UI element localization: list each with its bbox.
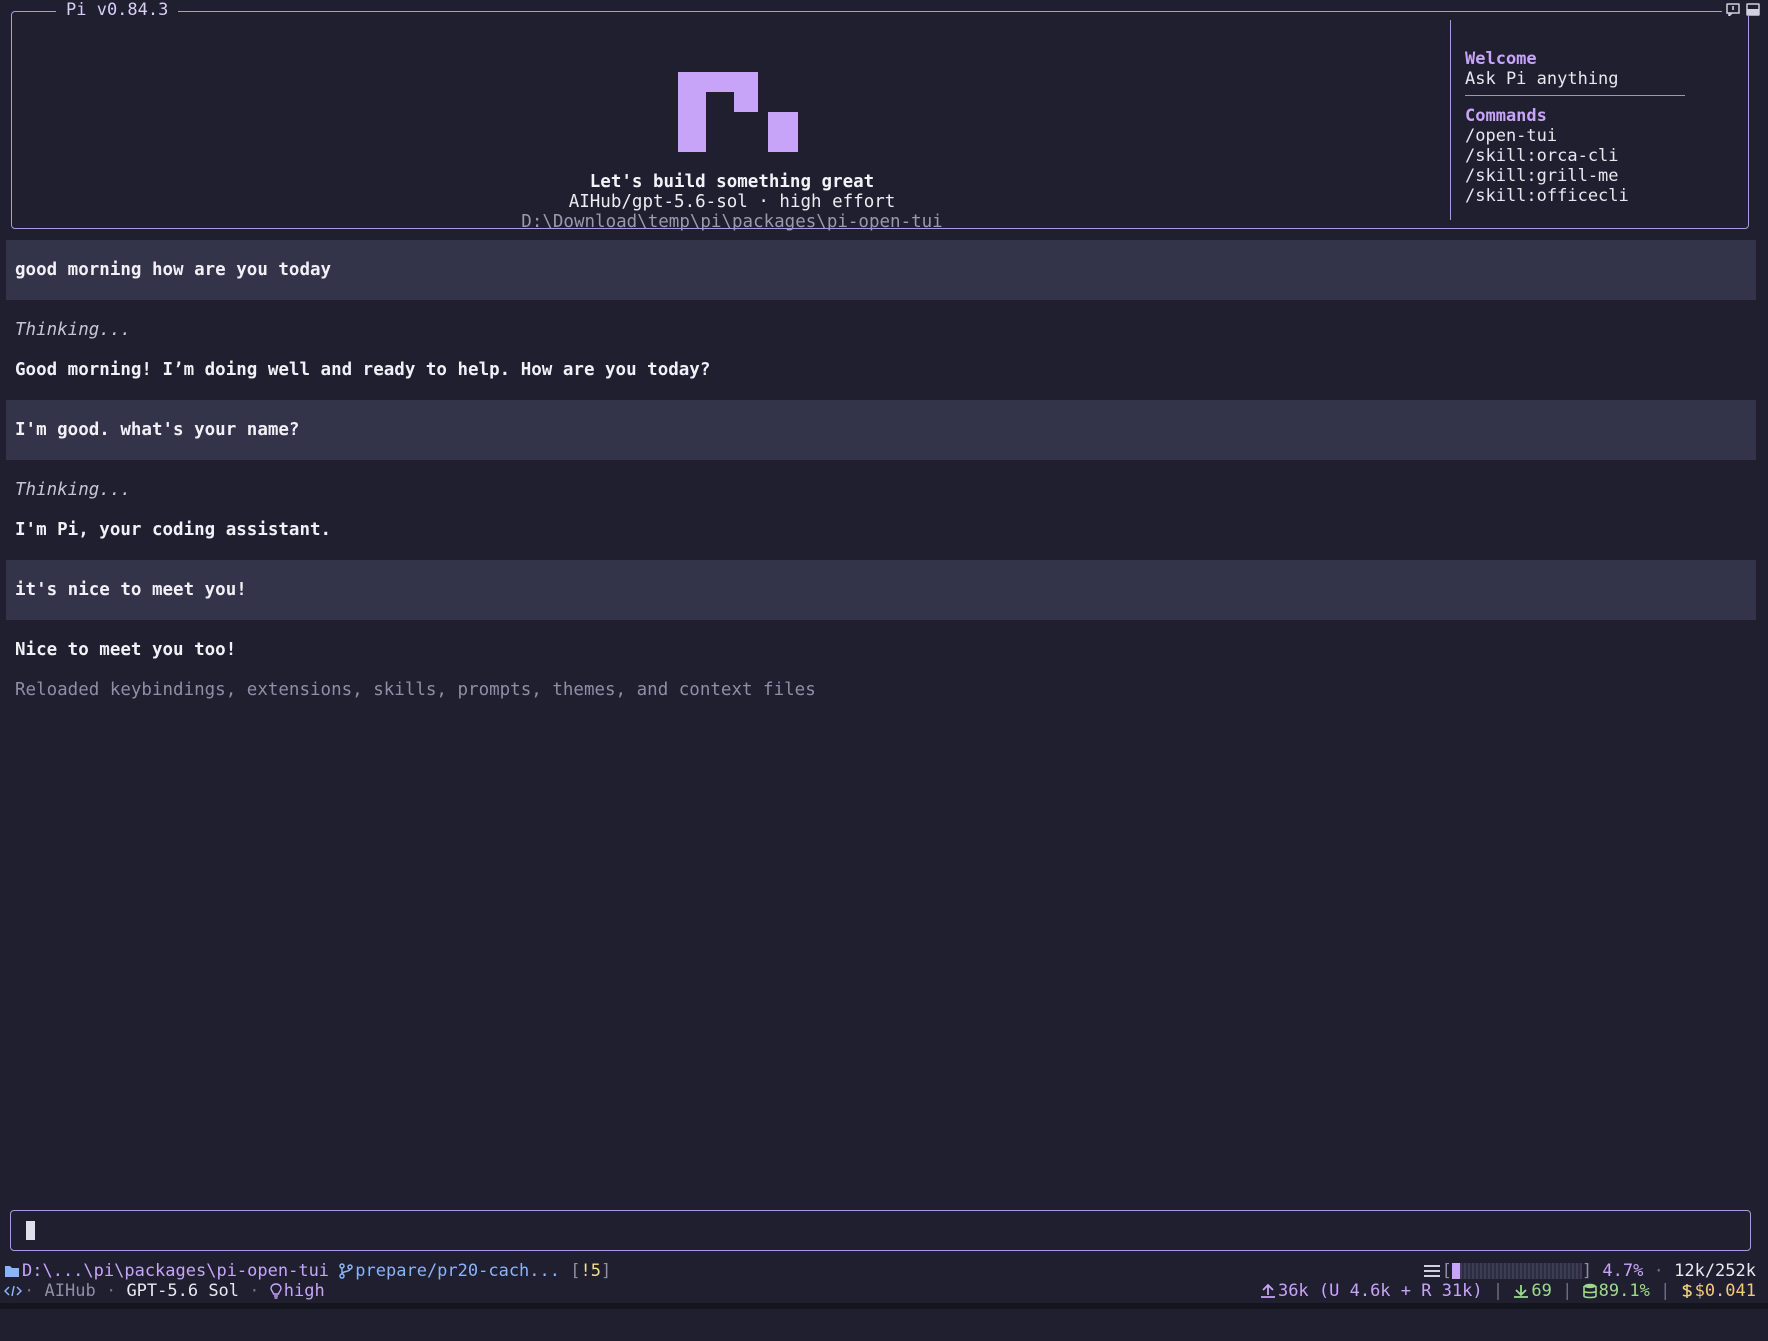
context-percent: 4.7% <box>1602 1261 1644 1281</box>
separator-dot: · <box>105 1281 117 1301</box>
welcome-heading: Welcome <box>1465 49 1537 69</box>
upload-icon <box>1260 1283 1275 1298</box>
context-tokens: 12k/252k <box>1674 1261 1756 1281</box>
prompt-input[interactable] <box>10 1210 1751 1251</box>
command-item[interactable]: /open-tui <box>1465 126 1685 146</box>
user-message: it's nice to meet you! <box>6 560 1756 620</box>
text-cursor <box>26 1221 35 1240</box>
system-notice: Reloaded keybindings, extensions, skills… <box>15 680 816 700</box>
dollar-icon <box>1682 1284 1692 1298</box>
status-path: D:\...\pi\packages\pi-open-tui <box>22 1261 330 1281</box>
separator-pipe: | <box>1660 1281 1671 1301</box>
welcome-header: Pi v0.84.3 Let's build something great A… <box>11 0 1749 232</box>
status-bar-bottom: · AIHub · GPT-5.6 Sol · high 36k (U 4.6k… <box>0 1281 1768 1301</box>
commands-heading: Commands <box>1465 106 1547 126</box>
welcome-text: Ask Pi anything <box>1465 69 1619 89</box>
cache-hit-rate: 89.1% <box>1598 1281 1650 1301</box>
model-name: GPT-5.6 Sol <box>126 1281 240 1301</box>
side-separator <box>1465 95 1685 96</box>
hamburger-menu-icon[interactable] <box>1423 1264 1440 1278</box>
download-icon <box>1514 1285 1529 1298</box>
user-message: good morning how are you today <box>6 240 1756 300</box>
git-status-open: [ <box>570 1261 581 1281</box>
side-panel: Welcome Ask Pi anything Commands /open-t… <box>1465 49 1685 206</box>
git-branch-icon <box>339 1263 354 1279</box>
pi-logo-icon <box>678 72 798 152</box>
context-usage-bar <box>1451 1263 1582 1279</box>
assistant-message: Nice to meet you too! <box>15 640 237 660</box>
code-icon <box>4 1285 22 1297</box>
thinking-indicator: Thinking... <box>15 320 131 340</box>
status-bar-top: D:\...\pi\packages\pi-open-tui prepare/p… <box>0 1261 1768 1281</box>
user-message: I'm good. what's your name? <box>6 400 1756 460</box>
effort-level: high <box>283 1281 325 1301</box>
working-directory: D:\Download\temp\pi\packages\pi-open-tui <box>521 212 943 232</box>
command-item[interactable]: /skill:orca-cli <box>1465 146 1685 166</box>
maximize-icon[interactable] <box>1746 3 1760 16</box>
lightbulb-icon <box>270 1283 282 1299</box>
folder-icon <box>5 1266 19 1277</box>
tagline: Let's build something great <box>589 172 875 192</box>
upload-tokens: 36k (U 4.6k + R 31k) <box>1277 1281 1483 1301</box>
assistant-message: Good morning! I’m doing well and ready t… <box>15 360 711 380</box>
separator-pipe: | <box>1562 1281 1573 1301</box>
side-divider <box>1450 20 1451 220</box>
git-status-close: ] <box>600 1261 612 1281</box>
database-icon <box>1582 1283 1597 1299</box>
session-cost: $0.041 <box>1694 1281 1756 1301</box>
command-item[interactable]: /skill:officecli <box>1465 186 1685 206</box>
separator-dot: · <box>1653 1261 1664 1281</box>
git-changes: !5 <box>580 1261 601 1281</box>
context-usage-fill <box>1451 1263 1460 1279</box>
assistant-message: I'm Pi, your coding assistant. <box>15 520 332 540</box>
command-item[interactable]: /skill:grill-me <box>1465 166 1685 186</box>
context-bracket-close: ] <box>1581 1261 1593 1281</box>
thinking-indicator: Thinking... <box>15 480 131 500</box>
git-branch: prepare/pr20-cach... <box>355 1261 560 1281</box>
feedback-icon[interactable] <box>1726 3 1740 16</box>
app-title: Pi v0.84.3 <box>56 0 179 21</box>
separator-dot: · <box>249 1281 260 1301</box>
window-controls <box>1722 3 1760 16</box>
download-tokens: 69 <box>1531 1281 1552 1301</box>
provider-name: AIHub <box>44 1281 96 1301</box>
separator-dot: · <box>24 1281 35 1301</box>
bottom-strip <box>0 1303 1768 1309</box>
separator-pipe: | <box>1492 1281 1504 1301</box>
model-info: AIHub/gpt-5.6-sol · high effort <box>568 192 896 212</box>
context-bracket-open: [ <box>1441 1261 1452 1281</box>
